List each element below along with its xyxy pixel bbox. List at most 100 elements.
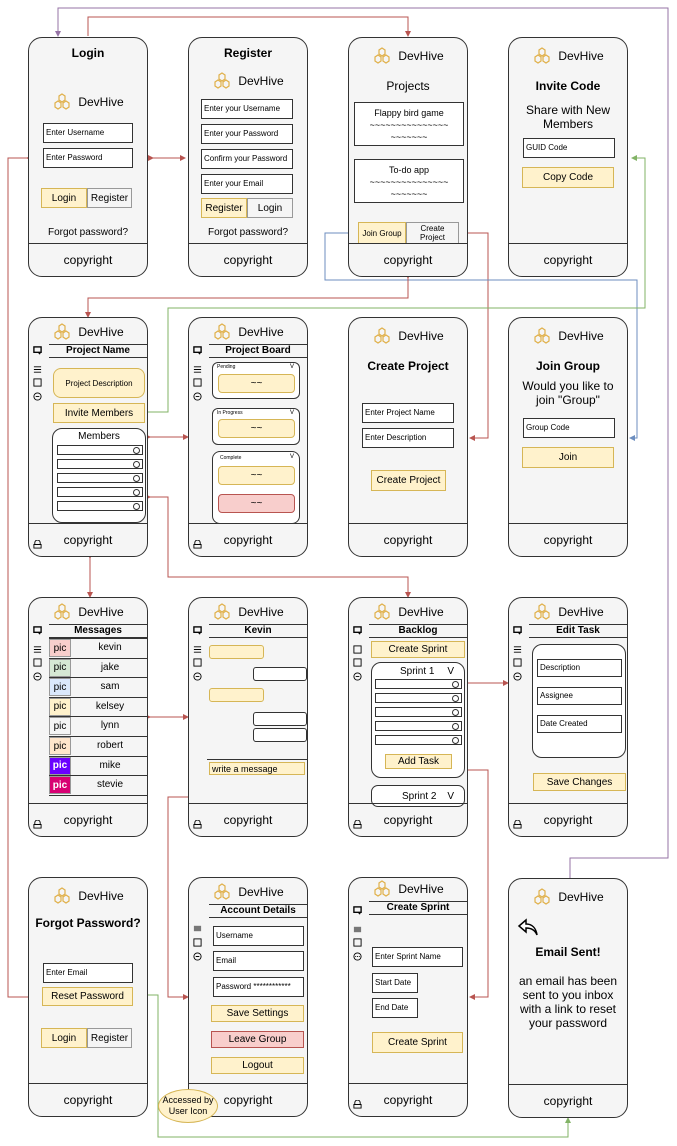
contact-row[interactable]: pic kevin — [49, 638, 147, 658]
username-input[interactable]: Username — [213, 926, 304, 946]
confirm-input[interactable]: Confirm your Password — [201, 149, 293, 169]
contact-row[interactable]: pic lynn — [49, 716, 147, 736]
remove-icon[interactable] — [133, 447, 140, 454]
reset-password-button[interactable]: Reset Password — [42, 987, 133, 1006]
group-code-input[interactable]: Group Code — [523, 418, 615, 438]
save-changes-button[interactable]: Save Changes — [533, 773, 626, 791]
create-sprint-button[interactable]: Create Sprint — [371, 641, 465, 658]
description-input[interactable]: Description — [537, 659, 622, 677]
join-button[interactable]: Join — [522, 447, 614, 468]
task-card[interactable]: ~~ — [218, 374, 295, 393]
username-input[interactable]: Enter your Username — [201, 99, 293, 119]
task-card[interactable]: ~~ — [218, 466, 295, 485]
chat-icon[interactable] — [193, 346, 202, 355]
project-name-input[interactable]: Enter Project Name — [362, 403, 454, 423]
square-icon[interactable] — [193, 658, 202, 667]
contact-row[interactable]: pic robert — [49, 736, 147, 756]
square-icon[interactable] — [513, 658, 522, 667]
chat-icon[interactable] — [193, 626, 202, 635]
invite-members-button[interactable]: Invite Members — [53, 403, 145, 423]
contact-row[interactable]: pic mike — [49, 755, 147, 776]
create-sprint-button[interactable]: Create Sprint — [372, 1032, 463, 1053]
list-item[interactable] — [57, 487, 143, 497]
remove-icon[interactable] — [133, 503, 140, 510]
more-icon[interactable] — [193, 392, 202, 401]
chat-icon[interactable] — [33, 626, 42, 635]
leave-group-button[interactable]: Leave Group — [211, 1031, 304, 1048]
more-icon[interactable] — [353, 672, 362, 681]
password-input[interactable]: Enter Password — [43, 148, 133, 168]
list-item[interactable] — [375, 679, 462, 689]
menu-icon[interactable] — [33, 365, 42, 374]
menu-icon[interactable] — [193, 645, 202, 654]
chat-icon[interactable] — [353, 626, 362, 635]
project-card[interactable]: To-do app ~~~~~~~~~~~~~~~ ~~~~~~~ — [354, 159, 464, 203]
create-project-button[interactable]: Create Project — [371, 470, 446, 491]
login-button[interactable]: Login — [41, 188, 87, 208]
square-icon[interactable] — [33, 378, 42, 387]
join-group-button[interactable]: Join Group — [358, 222, 406, 244]
status-icon[interactable] — [452, 695, 459, 702]
register-button[interactable]: Register — [87, 188, 132, 208]
password-input[interactable]: Password ************ — [213, 977, 304, 997]
list-item[interactable] — [375, 721, 462, 731]
contact-row[interactable]: pic sam — [49, 677, 147, 697]
login-button[interactable]: Login — [41, 1028, 87, 1048]
contact-row[interactable]: pic kelsey — [49, 696, 147, 717]
more-icon[interactable] — [193, 672, 202, 681]
logout-button[interactable]: Logout — [211, 1057, 304, 1074]
task-card[interactable]: ~~ — [218, 494, 295, 513]
chat-icon[interactable] — [33, 346, 42, 355]
project-card[interactable]: Flappy bird game ~~~~~~~~~~~~~~~ ~~~~~~~ — [354, 102, 464, 146]
list-item[interactable] — [375, 693, 462, 703]
project-description[interactable]: Project Description — [53, 368, 145, 398]
list-item[interactable] — [57, 459, 143, 469]
list-item[interactable] — [375, 707, 462, 717]
more-icon[interactable] — [513, 672, 522, 681]
description-input[interactable]: Enter Description — [362, 428, 454, 448]
list-item[interactable] — [57, 473, 143, 483]
list-item[interactable] — [375, 735, 462, 745]
square-icon[interactable] — [193, 378, 202, 387]
register-button[interactable]: Register — [87, 1028, 132, 1048]
guid-input[interactable]: GUID Code — [523, 138, 615, 158]
chevron-down-icon[interactable]: V — [447, 791, 454, 802]
back-arrow-icon[interactable] — [517, 918, 539, 936]
chevron-down-icon[interactable]: V — [447, 666, 454, 677]
sprint-name-input[interactable]: Enter Sprint Name — [372, 947, 463, 967]
menu-icon[interactable] — [193, 365, 202, 374]
assignee-input[interactable]: Assignee — [537, 687, 622, 705]
status-icon[interactable] — [452, 709, 459, 716]
forgot-link[interactable]: Forgot password? — [189, 227, 307, 238]
square-icon[interactable] — [353, 925, 362, 934]
save-settings-button[interactable]: Save Settings — [211, 1005, 304, 1022]
add-task-button[interactable]: Add Task — [385, 754, 452, 769]
status-icon[interactable] — [452, 681, 459, 688]
chevron-down-icon[interactable]: V — [290, 410, 294, 416]
chevron-down-icon[interactable]: V — [290, 454, 294, 460]
square-icon[interactable] — [353, 658, 362, 667]
status-icon[interactable] — [452, 723, 459, 730]
start-date-input[interactable]: Start Date — [372, 973, 418, 993]
end-date-input[interactable]: End Date — [372, 998, 418, 1018]
menu-icon[interactable] — [513, 645, 522, 654]
forgot-link[interactable]: Forgot password? — [29, 227, 147, 238]
status-icon[interactable] — [452, 737, 459, 744]
contact-row[interactable]: pic jake — [49, 657, 147, 678]
email-input[interactable]: Email — [213, 951, 304, 971]
remove-icon[interactable] — [133, 461, 140, 468]
more-icon[interactable] — [193, 952, 202, 961]
list-item[interactable] — [57, 445, 143, 455]
remove-icon[interactable] — [133, 489, 140, 496]
register-button[interactable]: Register — [201, 198, 247, 218]
copy-code-button[interactable]: Copy Code — [522, 167, 614, 188]
password-input[interactable]: Enter your Password — [201, 124, 293, 144]
username-input[interactable]: Enter Username — [43, 123, 133, 143]
remove-icon[interactable] — [133, 475, 140, 482]
list-item[interactable] — [57, 501, 143, 511]
square-icon[interactable] — [193, 938, 202, 947]
square-icon[interactable] — [353, 938, 362, 947]
square-icon[interactable] — [353, 645, 362, 654]
message-input[interactable]: write a message — [209, 762, 305, 775]
more-icon[interactable] — [353, 952, 362, 961]
